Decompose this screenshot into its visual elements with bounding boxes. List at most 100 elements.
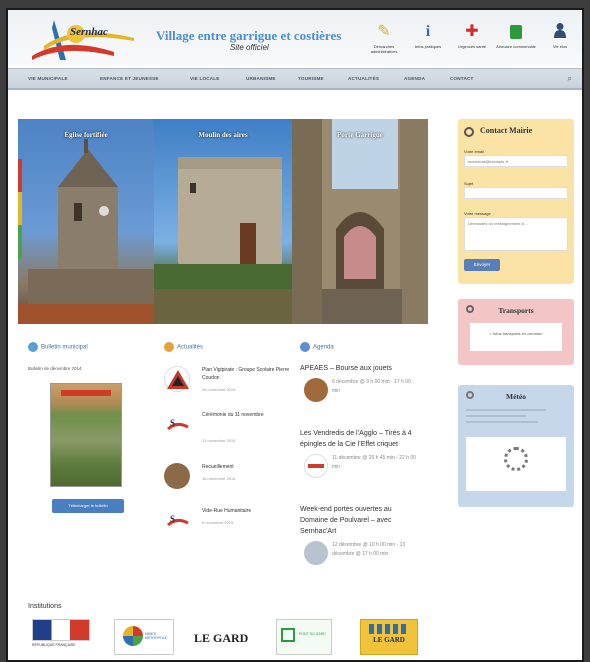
agenda-title-text: Les Vendredis de l’Agglo – Tirés à 4 épi… <box>300 430 412 448</box>
nimes-metropole-logo[interactable]: NÎMES MÉTROPOLE <box>114 619 174 655</box>
header-link-label: Annuaire commerciale <box>496 44 536 49</box>
browser-frame: Sernhac Village entre garrigue et costiè… <box>6 8 584 662</box>
agenda-thumbnail-stripe <box>308 464 324 468</box>
bulletin-cover-banner <box>61 390 111 396</box>
meteo-widget <box>466 437 566 491</box>
meteo-text-placeholder <box>466 409 546 411</box>
agenda-item[interactable]: APEAES – Bourse aux jouets 6 décembre @ … <box>300 363 420 406</box>
header-link-demarches[interactable]: ✎ Démarches administratives <box>364 22 404 54</box>
transports-link[interactable]: > Infos transports en commun <box>470 323 562 351</box>
le-gard-departement-logo[interactable]: LE GARD <box>360 619 418 655</box>
vigipirate-thumbnail <box>164 366 190 392</box>
pont-du-gard-emblem <box>281 628 295 642</box>
bulletin-issue: Bulletin de décembre 2014 <box>28 366 82 371</box>
meteo-text-placeholder <box>466 415 526 417</box>
nav-item-actualites[interactable]: ACTUALITÉS <box>348 76 379 81</box>
message-field[interactable] <box>464 217 568 251</box>
french-flag <box>32 619 90 641</box>
bulletin-title: Bulletin municipal <box>28 342 88 352</box>
news-item[interactable]: Recueillement 16 novembre 2015 <box>164 461 294 491</box>
news-item[interactable]: Plan Vigipirate : Groupe Scolaire Pierre… <box>164 364 294 394</box>
nav-item-agenda[interactable]: AGENDA <box>404 76 425 81</box>
header-link-urgences[interactable]: ✚ Urgences santé <box>452 22 492 49</box>
user-icon <box>540 22 580 42</box>
bulletin-cover[interactable] <box>50 383 122 487</box>
svg-text:S: S <box>170 514 175 524</box>
agenda-date: 12 décembre @ 10 h 00 min - 13 décembre … <box>332 542 406 557</box>
news-item[interactable]: S Vide-Rue Humanitaire 6 novembre 2015 <box>164 505 294 535</box>
download-bulletin-button[interactable]: Télécharger le bulletin <box>52 499 124 513</box>
news-item[interactable]: S Cérémonie du 11 novembre 13 novembre 2… <box>164 409 294 443</box>
contact-title: Contact Mairie <box>480 126 533 135</box>
transports-box: Transports > Infos transports en commun <box>458 299 574 365</box>
subject-field[interactable] <box>464 187 568 199</box>
header-link-label: Vie élus <box>552 44 568 49</box>
slide-caption: Moulin des aires <box>198 131 248 139</box>
site-logo[interactable] <box>24 16 144 62</box>
slide-porte[interactable]: Porte Garrigue <box>292 119 428 324</box>
header-link-label: Urgences santé <box>457 44 486 49</box>
slide-eglise[interactable]: Église fortifiée <box>18 119 154 324</box>
nav-item-vie-locale[interactable]: VIE LOCALE <box>190 76 220 81</box>
actualites-title-label: Actualités <box>177 344 204 351</box>
pont-du-gard-logo[interactable]: PONT DU GARD <box>276 619 332 655</box>
search-icon[interactable]: ⌕ <box>568 74 572 84</box>
agenda-title: Agenda <box>300 342 334 352</box>
logo-caption: RÉPUBLIQUE FRANÇAISE <box>32 643 76 647</box>
info-icon: i <box>425 23 431 40</box>
email-label: Votre email <box>464 149 485 154</box>
agenda-item[interactable]: Week-end portes ouvertes au Domaine de P… <box>300 504 420 569</box>
agenda-title-label: Agenda <box>313 344 334 351</box>
news-title: Cérémonie du 11 novembre <box>202 412 264 418</box>
recueillement-thumbnail <box>164 463 190 489</box>
agenda-meta: 11 décembre @ 20 h 45 min - 22 h 00 min <box>300 452 420 482</box>
agenda-item[interactable]: Les Vendredis de l’Agglo – Tirés à 4 épi… <box>300 428 420 482</box>
nav-item-tourisme[interactable]: TOURISME <box>298 76 324 81</box>
news-title: Plan Vigipirate : Groupe Scolaire Pierre… <box>202 367 290 381</box>
sernhac-logo-thumbnail: S <box>164 507 190 533</box>
site-header: Sernhac Village entre garrigue et costiè… <box>8 10 582 66</box>
document-icon <box>496 22 536 42</box>
news-title: Recueillement <box>202 464 234 470</box>
header-link-infos[interactable]: i Infos pratiques <box>408 22 448 49</box>
nav-item-enfance[interactable]: ENFANCE ET JEUNESSE <box>100 76 159 81</box>
header-link-elus[interactable]: Vie élus <box>540 22 580 49</box>
nav-item-urbanisme[interactable]: URBANISME <box>246 76 276 81</box>
agenda-title-text: Week-end portes ouvertes au Domaine de P… <box>300 506 392 535</box>
loading-spinner-icon <box>504 447 528 471</box>
agenda-thumbnail <box>304 454 328 478</box>
header-link-annuaire[interactable]: Annuaire commerciale <box>496 22 536 49</box>
slide-moulin[interactable]: Moulin des aires <box>154 119 292 324</box>
calendar-icon <box>300 342 310 352</box>
logo-caption: PONT DU GARD <box>299 632 326 636</box>
agenda-meta: 6 décembre @ 9 h 00 min - 17 h 00 min <box>300 376 420 406</box>
news-icon <box>164 342 174 352</box>
news-date: 6 novembre 2015 <box>202 520 234 525</box>
email-field[interactable] <box>464 155 568 167</box>
church-image <box>18 139 154 324</box>
windmill-image <box>154 157 292 324</box>
meteo-text-placeholder <box>466 421 538 423</box>
subject-label: Sujet <box>464 181 474 186</box>
header-link-label: Infos pratiques <box>414 44 442 49</box>
sernhac-logo-thumbnail: S <box>164 411 190 437</box>
submit-button[interactable]: Envoyer <box>464 259 500 271</box>
image-slider[interactable]: Église fortifiée Moulin des aires Porte … <box>18 119 428 324</box>
message-label: Votre message <box>464 211 491 216</box>
contact-icon <box>464 127 474 137</box>
metropole-emblem <box>123 626 143 646</box>
slide-caption: Porte Garrigue <box>337 131 383 139</box>
meteo-title: Météo <box>506 392 526 401</box>
transports-title: Transports <box>498 306 534 315</box>
slide-caption: Église fortifiée <box>64 131 108 139</box>
slider-color-bar <box>18 159 22 259</box>
le-gard-logo[interactable]: LE GARD <box>194 619 254 655</box>
site-title: Village entre garrigue et costières <box>156 28 342 43</box>
agenda-date: 6 décembre @ 9 h 00 min - 17 h 00 min <box>332 379 411 394</box>
agenda-title-text: APEAES – Bourse aux jouets <box>300 365 392 372</box>
meteo-box: Météo <box>458 385 574 507</box>
nav-item-vie-municipale[interactable]: VIE MUNICIPALE <box>28 76 68 81</box>
republique-francaise-logo[interactable]: RÉPUBLIQUE FRANÇAISE <box>32 619 92 655</box>
main-nav: VIE MUNICIPALE ENFANCE ET JEUNESSE VIE L… <box>8 68 582 90</box>
nav-item-contact[interactable]: CONTACT <box>450 76 474 81</box>
